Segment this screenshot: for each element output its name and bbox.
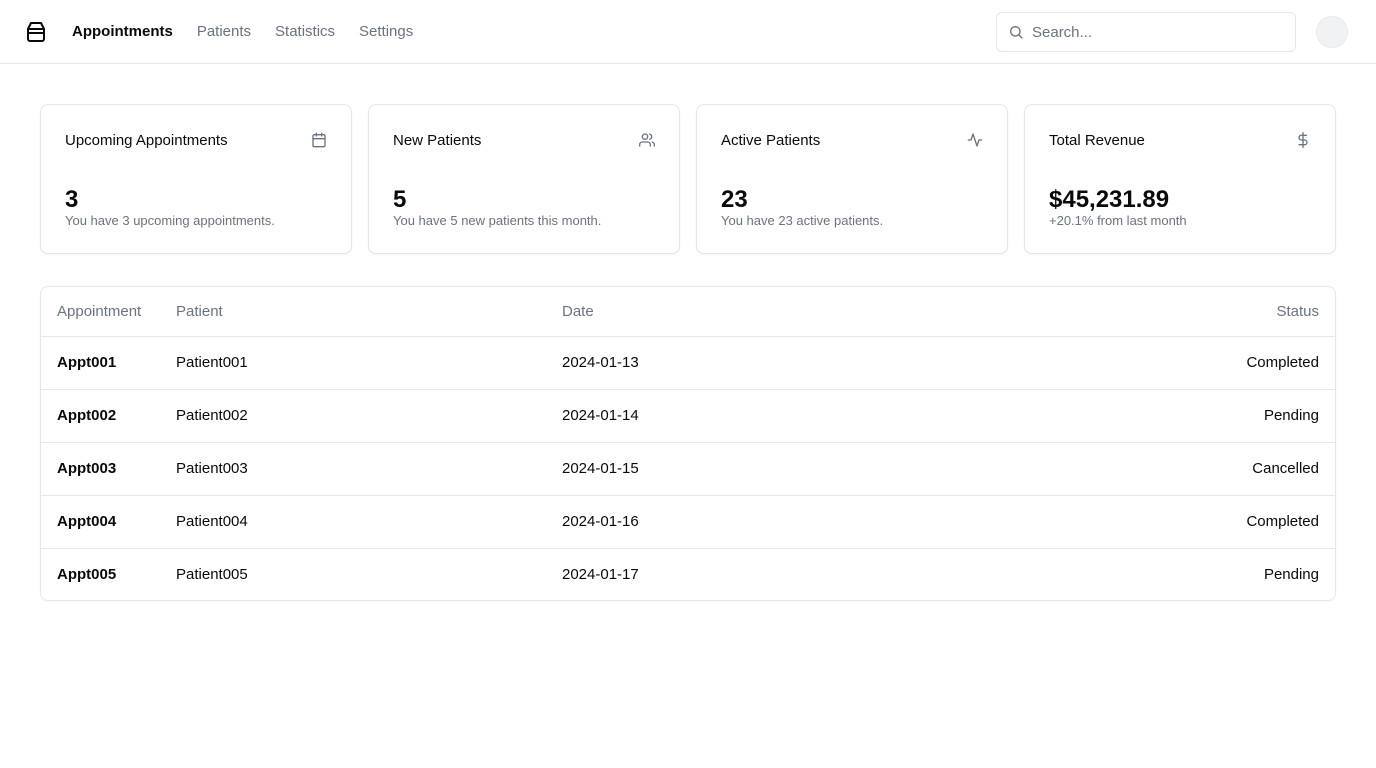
column-header-date[interactable]: Date <box>562 287 1162 337</box>
cell-appointment: Appt003 <box>41 442 176 496</box>
cell-date: 2024-01-17 <box>562 566 639 584</box>
cell-status: Pending <box>1162 389 1335 443</box>
search-icon <box>1010 26 1023 39</box>
table-row[interactable]: Appt001 Patient001 2024-01-13 Completed <box>41 336 1335 390</box>
calendar-icon <box>312 132 326 148</box>
table-header-row: Appointment Patient Date Status <box>41 287 1335 337</box>
dollar-icon <box>1298 132 1308 148</box>
cell-appointment: Appt001 <box>41 336 176 390</box>
card-new-patients: New Patients 5 You have 5 new patients t… <box>368 104 680 254</box>
card-subtitle: You have 23 active patients. <box>721 213 884 228</box>
table-row[interactable]: Appt004 Patient004 2024-01-16 Completed <box>41 495 1335 549</box>
card-title: New Patients <box>393 132 482 149</box>
search-box[interactable] <box>996 12 1296 52</box>
card-title: Upcoming Appointments <box>65 132 228 149</box>
column-header-patient[interactable]: Patient <box>176 287 562 337</box>
table-row[interactable]: Appt003 Patient003 2024-01-15 Cancelled <box>41 442 1335 496</box>
cell-status: Completed <box>1162 495 1335 549</box>
nav-settings[interactable]: Settings <box>359 22 413 42</box>
nav-patients[interactable]: Patients <box>197 22 251 42</box>
package-icon[interactable] <box>24 20 48 44</box>
card-upcoming-appointments: Upcoming Appointments 3 You have 3 upcom… <box>40 104 352 254</box>
card-subtitle: You have 3 upcoming appointments. <box>65 213 275 228</box>
column-header-status[interactable]: Status <box>1162 287 1335 337</box>
cell-status: Pending <box>1263 566 1319 584</box>
users-icon <box>639 133 655 147</box>
cell-patient: Patient005 <box>176 566 248 584</box>
card-title: Active Patients <box>721 132 821 149</box>
cell-status: Completed <box>1162 336 1335 390</box>
cell-patient: Patient003 <box>176 442 562 496</box>
user-avatar[interactable] <box>1316 16 1348 48</box>
card-active-patients: Active Patients 23 You have 23 active pa… <box>696 104 1008 254</box>
cell-date: 2024-01-14 <box>562 389 1162 443</box>
card-subtitle: You have 5 new patients this month. <box>393 213 602 228</box>
main-nav: Appointments Patients Statistics Setting… <box>72 0 437 63</box>
cell-date: 2024-01-16 <box>562 495 1162 549</box>
top-header: Appointments Patients Statistics Setting… <box>0 0 1376 64</box>
card-value: $45,231.89 <box>1049 186 1170 213</box>
cell-patient: Patient004 <box>176 495 562 549</box>
nav-appointments[interactable]: Appointments <box>72 22 173 42</box>
cell-date: 2024-01-13 <box>562 336 1162 390</box>
cell-appointment: Appt002 <box>41 389 176 443</box>
nav-statistics[interactable]: Statistics <box>275 22 335 42</box>
appointments-table: Appointment Patient Date Status Appt001 … <box>40 286 1336 601</box>
activity-icon <box>967 133 983 147</box>
card-subtitle: +20.1% from last month <box>1049 213 1187 228</box>
card-value: 23 <box>721 186 748 213</box>
card-title: Total Revenue <box>1049 132 1145 149</box>
cell-status: Cancelled <box>1162 442 1335 496</box>
table-row[interactable]: Appt002 Patient002 2024-01-14 Pending <box>41 389 1335 443</box>
cell-patient: Patient001 <box>176 336 562 390</box>
search-input[interactable] <box>1032 23 1282 41</box>
column-header-appointment[interactable]: Appointment <box>41 287 176 337</box>
cell-patient: Patient002 <box>176 389 562 443</box>
card-value: 3 <box>65 186 79 213</box>
card-value: 5 <box>393 186 407 213</box>
cell-appointment: Appt005 <box>57 566 117 584</box>
table-row[interactable]: Appt005 Patient005 2024-01-17 Pending <box>41 548 1335 600</box>
cell-date: 2024-01-15 <box>562 442 1162 496</box>
card-total-revenue: Total Revenue $45,231.89 +20.1% from las… <box>1024 104 1336 254</box>
cell-appointment: Appt004 <box>41 495 176 549</box>
